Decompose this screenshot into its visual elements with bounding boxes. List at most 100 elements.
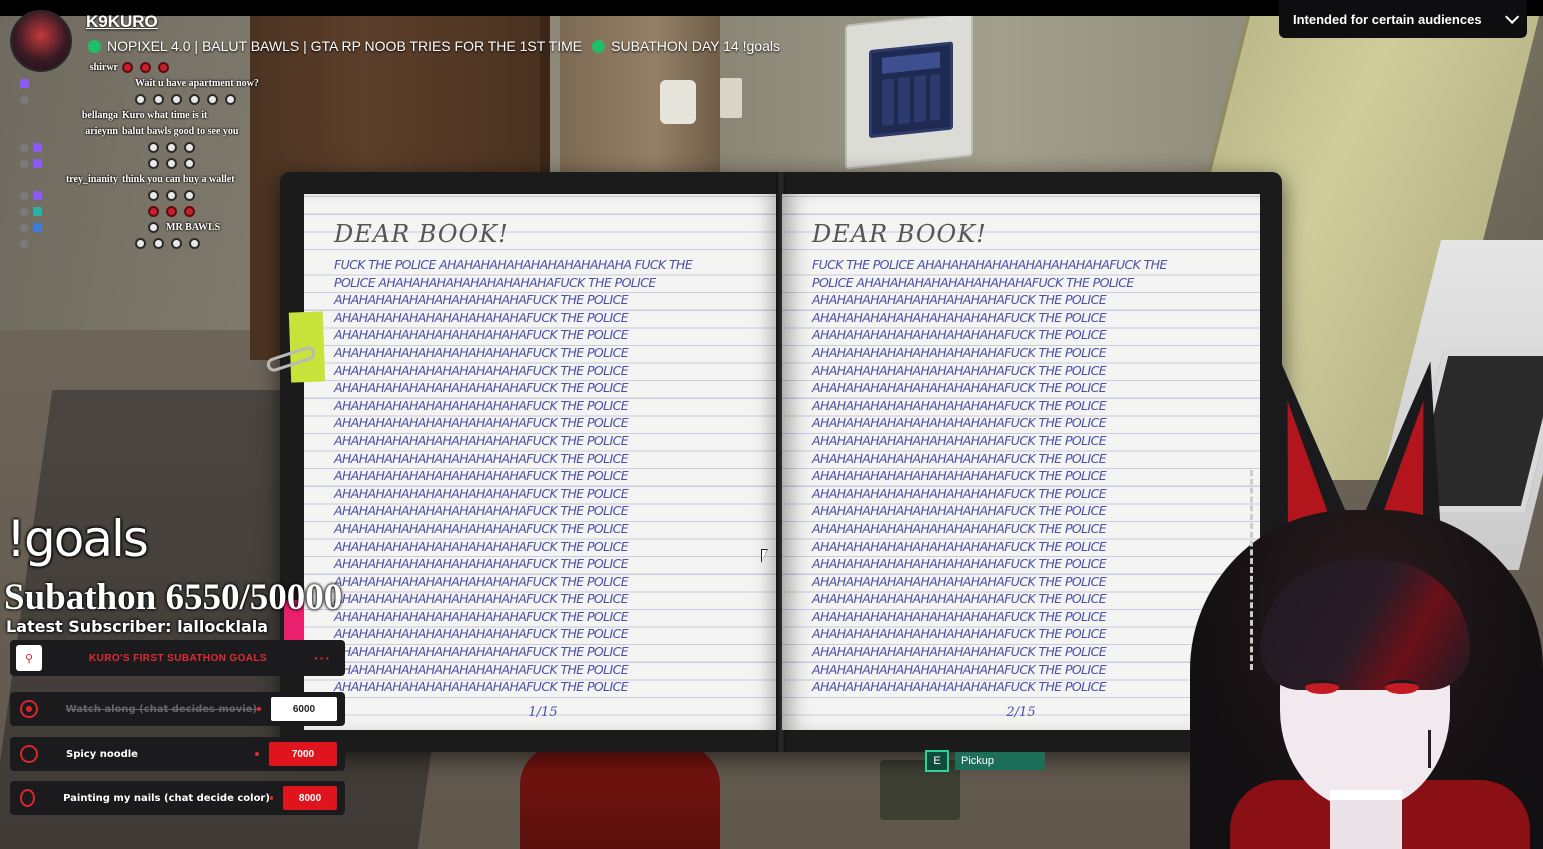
chat-emote-icon	[184, 158, 195, 169]
page-line: AHAHAHAHAHAHAHAHAHAHAHAFUCK THE POLICE	[334, 644, 629, 660]
page-line: AHAHAHAHAHAHAHAHAHAHAHAFUCK THE POLICE	[812, 661, 1107, 677]
goal-row: Spicy noodle 7000	[10, 737, 345, 771]
chat-username[interactable]	[46, 142, 144, 153]
page-line: AHAHAHAHAHAHAHAHAHAHAHAFUCK THE POLICE	[812, 292, 1107, 308]
chat-emote-icon	[148, 158, 159, 169]
page-line: AHAHAHAHAHAHAHAHAHAHAHAFUCK THE POLICE	[334, 679, 629, 695]
chat-message-text: MR BAWLS	[166, 222, 221, 233]
page-line: AHAHAHAHAHAHAHAHAHAHAHAFUCK THE POLICE	[334, 327, 629, 343]
chat-badge-icon	[20, 223, 29, 232]
eye-left	[1305, 680, 1339, 694]
goal-completed-icon	[20, 700, 38, 718]
goal-label: Watch along (chat decides movie)	[65, 703, 258, 715]
page-line: AHAHAHAHAHAHAHAHAHAHAHAFUCK THE POLICE	[334, 556, 629, 572]
chat-message	[20, 238, 203, 249]
goal-row: Watch along (chat decides movie) 6000	[10, 692, 345, 726]
page-line: FUCK THE POLICE AHAHAHAHAHAHAHAHAHAHAHA …	[334, 257, 693, 272]
chat-emote-icon	[166, 142, 177, 153]
goal-pending-icon	[20, 789, 36, 807]
chat-emote-icon	[166, 190, 177, 201]
chat-username[interactable]	[33, 238, 131, 249]
chat-badge-icon	[20, 191, 29, 200]
page-line: AHAHAHAHAHAHAHAHAHAHAHAFUCK THE POLICE	[812, 644, 1107, 660]
chat-emote-icon	[122, 62, 133, 73]
page-line: AHAHAHAHAHAHAHAHAHAHAHAFUCK THE POLICE	[812, 608, 1107, 624]
page-line: FUCK THE POLICE AHAHAHAHAHAHAHAHAHAHAHAF…	[812, 257, 1167, 272]
chat-badge-icon	[20, 159, 29, 168]
page-line: AHAHAHAHAHAHAHAHAHAHAHAFUCK THE POLICE	[812, 327, 1107, 343]
chain	[1250, 470, 1256, 670]
security-keypad	[845, 11, 973, 170]
chat-emote-icon	[135, 238, 146, 249]
stream-title-part1: NOPIXEL 4.0 | BALUT BAWLS | GTA RP NOOB …	[107, 38, 583, 54]
chat-badge-icon	[20, 143, 29, 152]
chat-message	[20, 190, 198, 201]
page-number: 1/15	[528, 705, 558, 720]
page-line: AHAHAHAHAHAHAHAHAHAHAHAFUCK THE POLICE	[334, 520, 629, 536]
chat-emote-icon	[166, 158, 177, 169]
goal-target: 7000	[269, 742, 337, 766]
page-line: AHAHAHAHAHAHAHAHAHAHAHAFUCK THE POLICE	[812, 432, 1107, 448]
chat-username[interactable]: arieynn	[20, 126, 118, 137]
chat-emote-icon	[184, 142, 195, 153]
page-line: AHAHAHAHAHAHAHAHAHAHAHAFUCK THE POLICE	[334, 309, 629, 325]
chat-emote-icon	[148, 222, 159, 233]
chat-badge-icon	[20, 239, 29, 248]
chat-username[interactable]	[46, 206, 144, 217]
page-line: AHAHAHAHAHAHAHAHAHAHAHAFUCK THE POLICE	[334, 503, 629, 519]
goal-bullet-icon	[255, 752, 259, 756]
page-line: AHAHAHAHAHAHAHAHAHAHAHAFUCK THE POLICE	[334, 415, 629, 431]
chat-message-text: Kuro what time is it	[122, 110, 208, 121]
chat-username[interactable]: shirwr	[20, 62, 118, 73]
page-line: AHAHAHAHAHAHAHAHAHAHAHAFUCK THE POLICE	[334, 397, 629, 413]
chat-badge-icon	[33, 191, 42, 200]
page-line: AHAHAHAHAHAHAHAHAHAHAHAFUCK THE POLICE	[812, 397, 1107, 413]
chat-emote-icon	[225, 94, 236, 105]
page-line: AHAHAHAHAHAHAHAHAHAHAHAFUCK THE POLICE	[812, 556, 1107, 572]
chat-username[interactable]	[33, 94, 131, 105]
page-line: AHAHAHAHAHAHAHAHAHAHAHAFUCK THE POLICE	[334, 538, 629, 554]
chat-username[interactable]: bellanga	[20, 110, 118, 121]
page-body: FUCK THE POLICE AHAHAHAHAHAHAHAHAHAHAHA …	[334, 256, 752, 696]
chat-username[interactable]	[46, 158, 144, 169]
goals-command-text: !goals	[6, 510, 149, 568]
mouse-cursor-icon	[761, 549, 768, 563]
goal-pending-icon	[20, 745, 38, 763]
goal-target: 8000	[283, 786, 337, 810]
chat-message: Wait u have apartment now?	[20, 78, 259, 89]
chat-emote-icon	[171, 238, 182, 249]
page-line: AHAHAHAHAHAHAHAHAHAHAHAFUCK THE POLICE	[812, 415, 1107, 431]
page-line: AHAHAHAHAHAHAHAHAHAHAHAFUCK THE POLICE	[812, 591, 1107, 607]
chat-username[interactable]	[33, 78, 131, 89]
chat-message	[20, 206, 198, 217]
page-line: POLICE AHAHAHAHAHAHAHAHAHAHAFUCK THE POL…	[334, 274, 656, 290]
page-line: AHAHAHAHAHAHAHAHAHAHAHAFUCK THE POLICE	[812, 344, 1107, 360]
chat-message: shirwr	[20, 62, 172, 73]
page-line: AHAHAHAHAHAHAHAHAHAHAHAFUCK THE POLICE	[334, 626, 629, 642]
interaction-prompt[interactable]: E Pickup	[925, 750, 1045, 772]
chat-badge-icon	[20, 207, 29, 216]
interaction-key: E	[925, 750, 949, 772]
more-dots-icon: ···	[314, 650, 331, 666]
chevron-down-icon[interactable]	[1505, 9, 1520, 24]
chat-username[interactable]	[46, 222, 144, 233]
page-line: AHAHAHAHAHAHAHAHAHAHAHAFUCK THE POLICE	[812, 485, 1107, 501]
goal-label: Painting my nails (chat decide color)	[63, 792, 270, 804]
page-line: AHAHAHAHAHAHAHAHAHAHAHAFUCK THE POLICE	[812, 362, 1107, 378]
audience-warning-dropdown[interactable]: Intended for certain audiences	[1279, 0, 1527, 38]
chat-username[interactable]: trey_inanity	[20, 174, 118, 185]
chat-badge-icon	[33, 207, 42, 216]
chat-badge-icon	[33, 159, 42, 168]
chat-username[interactable]	[46, 190, 144, 201]
page-heading: DEAR BOOK!	[812, 220, 987, 248]
chat-emote-icon	[207, 94, 218, 105]
page-line: AHAHAHAHAHAHAHAHAHAHAHAFUCK THE POLICE	[812, 450, 1107, 466]
page-line: AHAHAHAHAHAHAHAHAHAHAHAFUCK THE POLICE	[812, 679, 1107, 695]
goal-label: Spicy noodle	[66, 748, 138, 760]
goal-target: 6000	[270, 697, 337, 721]
chat-badge-icon	[33, 143, 42, 152]
chat-message	[20, 158, 198, 169]
latest-subscriber: Latest Subscriber: lallocklala	[6, 617, 269, 636]
streamer-name-link[interactable]: K9KURO	[86, 12, 158, 32]
chat-message	[20, 94, 239, 105]
